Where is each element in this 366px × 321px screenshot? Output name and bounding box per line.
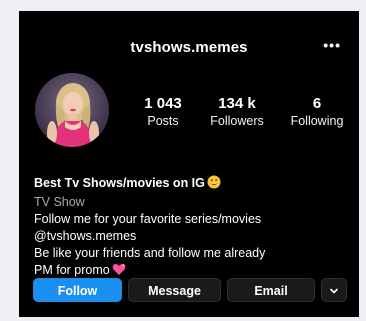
avatar-image — [35, 73, 109, 147]
avatar[interactable] — [35, 73, 109, 147]
profile-actions: Follow Message Email — [33, 278, 347, 302]
bio-line-1: Follow me for your favorite series/movie… — [34, 212, 262, 226]
chevron-down-icon — [330, 288, 338, 294]
display-name: Best Tv Shows/movies on IG — [34, 176, 205, 190]
more-horizontal-icon[interactable]: ••• — [323, 37, 341, 53]
bio-mention-link[interactable]: @tvshows.memes — [34, 228, 354, 245]
posts-stat[interactable]: 1 043 Posts — [133, 95, 193, 129]
email-button[interactable]: Email — [227, 278, 315, 302]
profile-panel: tvshows.memes ••• 1 043 Posts 134 k Foll… — [19, 11, 359, 317]
bio-line-3: Be like your friends and follow me alrea… — [34, 246, 266, 260]
posts-count: 1 043 — [144, 95, 182, 112]
following-label: Following — [290, 114, 344, 128]
profile-stats: 1 043 Posts 134 k Followers 6 Following — [133, 95, 353, 135]
following-count: 6 — [312, 95, 322, 112]
bio-name-line: Best Tv Shows/movies on IG — [34, 175, 354, 194]
bio-line-4: PM for promo — [34, 263, 110, 277]
followers-count: 134 k — [218, 95, 256, 112]
follow-button[interactable]: Follow — [33, 278, 122, 302]
message-button[interactable]: Message — [128, 278, 221, 302]
category-label: TV Show — [34, 195, 85, 209]
suggested-dropdown-button[interactable] — [321, 278, 347, 302]
following-stat[interactable]: 6 Following — [281, 95, 353, 129]
username: tvshows.memes — [130, 39, 248, 56]
profile-header: tvshows.memes ••• — [19, 37, 359, 59]
profile-bio: Best Tv Shows/movies on IG TV Show Follo… — [34, 175, 354, 281]
grinning-face-emoji-icon — [207, 175, 221, 194]
followers-label: Followers — [210, 114, 264, 128]
posts-label: Posts — [147, 114, 179, 128]
followers-stat[interactable]: 134 k Followers — [199, 95, 275, 129]
